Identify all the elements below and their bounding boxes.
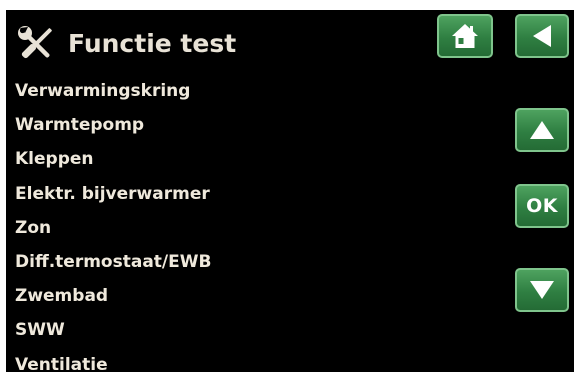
page-title: Functie test xyxy=(68,29,237,58)
ok-button-label: OK xyxy=(526,195,558,217)
arrow-down-icon xyxy=(528,279,556,301)
display-screen: Functie test Verwarmingskring Warmtepomp… xyxy=(6,10,574,372)
menu-item-elektr-bijverwarmer[interactable]: Elektr. bijverwarmer xyxy=(15,177,211,211)
home-button[interactable] xyxy=(437,14,493,58)
tools-icon xyxy=(16,24,56,64)
menu-item-warmtepomp[interactable]: Warmtepomp xyxy=(15,108,211,142)
menu-item-ventilatie[interactable]: Ventilatie xyxy=(15,348,211,372)
menu-item-diff-termostaat[interactable]: Diff.termostaat/EWB xyxy=(15,245,211,279)
menu-item-zwembad[interactable]: Zwembad xyxy=(15,279,211,313)
menu-item-zon[interactable]: Zon xyxy=(15,211,211,245)
scroll-up-button[interactable] xyxy=(515,108,569,152)
arrow-up-icon xyxy=(528,119,556,141)
menu-item-verwarmingskring[interactable]: Verwarmingskring xyxy=(15,74,211,108)
back-button[interactable] xyxy=(515,14,569,58)
ok-button[interactable]: OK xyxy=(515,184,569,228)
menu-item-sww[interactable]: SWW xyxy=(15,313,211,347)
home-icon xyxy=(450,22,480,50)
menu-item-kleppen[interactable]: Kleppen xyxy=(15,142,211,176)
back-arrow-icon xyxy=(531,23,553,49)
function-test-menu: Verwarmingskring Warmtepomp Kleppen Elek… xyxy=(15,74,211,372)
scroll-down-button[interactable] xyxy=(515,268,569,312)
